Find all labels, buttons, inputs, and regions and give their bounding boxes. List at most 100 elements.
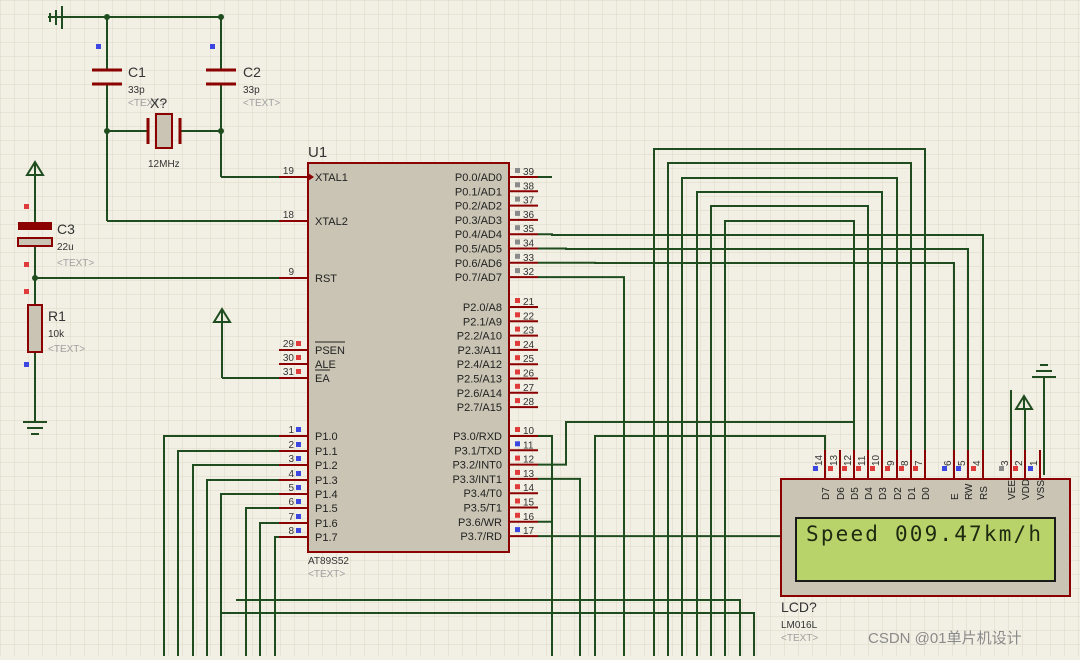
microcontroller-u1[interactable]: U1 AT89S52 <TEXT> 19XTAL118XTAL29RST29PS… bbox=[279, 144, 538, 580]
u1-pin-name: P0.0/AD0 bbox=[455, 172, 502, 184]
u1-pin-name: P3.6/WR bbox=[458, 517, 502, 529]
u1-pin-num: 15 bbox=[523, 498, 535, 509]
u1-pin-name: P0.7/AD7 bbox=[455, 272, 502, 284]
u1-pin-name: P3.7/RD bbox=[460, 531, 502, 543]
lcd-text: <TEXT> bbox=[781, 633, 818, 644]
lcd-pin-name: D4 bbox=[864, 487, 875, 500]
lcd-pin-num: 6 bbox=[943, 460, 954, 466]
u1-pin-name: PSEN bbox=[315, 345, 345, 357]
u1-pin-num: 31 bbox=[283, 367, 295, 378]
u1-pin-name: P3.2/INT0 bbox=[452, 460, 502, 472]
lcd-pin-num: 10 bbox=[871, 454, 882, 466]
u1-pin-num: 26 bbox=[523, 369, 535, 380]
lcd-pin-num: 1 bbox=[1029, 460, 1040, 466]
u1-pin-num: 10 bbox=[523, 426, 535, 437]
schematic-canvas[interactable]: C1 33p <TEXT> C2 33p <TEXT> X? 12MHz C3 … bbox=[0, 0, 1080, 656]
u1-text: <TEXT> bbox=[308, 569, 345, 580]
u1-pin-name: RST bbox=[315, 273, 337, 285]
u1-pin-num: 11 bbox=[523, 440, 534, 451]
u1-pin-name: P0.5/AD5 bbox=[455, 244, 502, 256]
c2-text: <TEXT> bbox=[243, 98, 280, 109]
u1-pin-name: P1.2 bbox=[315, 460, 338, 472]
u1-pin-name: P1.1 bbox=[315, 446, 338, 458]
u1-pin-name: P0.6/AD6 bbox=[455, 258, 502, 270]
c1-ref: C1 bbox=[128, 64, 146, 80]
lcd-pin-name: VSS bbox=[1036, 480, 1047, 500]
u1-pin-name: P2.1/A9 bbox=[463, 316, 502, 328]
u1-pin-name: P0.2/AD2 bbox=[455, 201, 502, 213]
u1-pin-num: 19 bbox=[283, 166, 295, 177]
c3-text: <TEXT> bbox=[57, 258, 94, 269]
u1-pin-num: 4 bbox=[288, 469, 294, 480]
u1-pin-num: 13 bbox=[523, 469, 535, 480]
lcd-pin-name: RS bbox=[979, 486, 990, 500]
lcd-pin-name: D1 bbox=[907, 487, 918, 500]
u1-pin-name: XTAL2 bbox=[315, 216, 348, 228]
lcd-pin-name: VEE bbox=[1007, 480, 1018, 500]
u1-pin-num: 6 bbox=[288, 497, 294, 508]
crystal-ref: X? bbox=[150, 95, 167, 111]
u1-pin-num: 25 bbox=[523, 354, 535, 365]
u1-pin-name: P1.7 bbox=[315, 532, 338, 544]
u1-pin-name: P1.6 bbox=[315, 518, 338, 530]
r1-text: <TEXT> bbox=[48, 344, 85, 355]
lcd-pin-name: D6 bbox=[836, 487, 847, 500]
u1-pin-num: 28 bbox=[523, 397, 535, 408]
lcd-pin-name: D5 bbox=[850, 487, 861, 500]
u1-pin-num: 29 bbox=[283, 339, 295, 350]
u1-pin-num: 21 bbox=[523, 297, 535, 308]
u1-pin-num: 38 bbox=[523, 181, 535, 192]
schematic-svg[interactable]: C1 33p <TEXT> C2 33p <TEXT> X? 12MHz C3 … bbox=[0, 0, 1080, 656]
u1-pin-num: 18 bbox=[283, 210, 295, 221]
lcd-pin-num: 3 bbox=[1000, 460, 1011, 466]
crystal-value: 12MHz bbox=[148, 159, 180, 170]
lcd-pin-num: 7 bbox=[914, 460, 925, 466]
u1-pin-name: P1.5 bbox=[315, 503, 338, 515]
lcd-pin-name: E bbox=[950, 493, 961, 500]
u1-pin-num: 34 bbox=[523, 239, 535, 250]
lcd-pin-num: 12 bbox=[843, 454, 854, 466]
u1-pin-name: P2.4/A12 bbox=[457, 359, 502, 371]
u1-pin-num: 8 bbox=[288, 526, 294, 537]
u1-pin-num: 24 bbox=[523, 340, 535, 351]
u1-pin-name: P2.7/A15 bbox=[457, 402, 502, 414]
u1-pin-name: P3.3/INT1 bbox=[452, 474, 502, 486]
u1-pin-name: P2.3/A11 bbox=[458, 345, 502, 357]
c3-ref: C3 bbox=[57, 221, 75, 237]
u1-pin-name: P0.3/AD3 bbox=[455, 215, 502, 227]
lcd-pin-num: 13 bbox=[829, 454, 840, 466]
u1-pin-name: P3.1/TXD bbox=[454, 445, 502, 457]
u1-pin-num: 9 bbox=[288, 267, 294, 278]
u1-pin-name: P2.6/A14 bbox=[457, 388, 502, 400]
u1-pin-name: P1.4 bbox=[315, 489, 338, 501]
u1-pin-name: P2.5/A13 bbox=[457, 374, 502, 386]
u1-pin-name: P1.3 bbox=[315, 475, 338, 487]
u1-part: AT89S52 bbox=[308, 556, 349, 567]
u1-pin-num: 33 bbox=[523, 253, 535, 264]
u1-pin-num: 5 bbox=[288, 483, 294, 494]
u1-pin-num: 30 bbox=[283, 353, 295, 364]
u1-pin-name: P3.4/T0 bbox=[463, 488, 502, 500]
lcd-pin-num: 14 bbox=[814, 454, 825, 466]
c1-value: 33p bbox=[128, 85, 145, 96]
u1-pin-num: 12 bbox=[523, 455, 535, 466]
lcd-pin-num: 2 bbox=[1014, 460, 1025, 466]
c3-value: 22u bbox=[57, 242, 74, 253]
u1-pin-num: 17 bbox=[523, 526, 535, 537]
lcd-pin-num: 4 bbox=[972, 460, 983, 466]
lcd-part: LM016L bbox=[781, 620, 818, 631]
r1-value: 10k bbox=[48, 329, 65, 340]
lcd-pin-num: 5 bbox=[957, 460, 968, 466]
watermark: CSDN @01单片机设计 bbox=[868, 630, 1022, 647]
lcd-pin-name: D2 bbox=[893, 487, 904, 500]
u1-pin-num: 16 bbox=[523, 512, 535, 523]
u1-pin-name: P0.4/AD4 bbox=[455, 229, 502, 241]
lcd-pin-name: D0 bbox=[921, 487, 932, 500]
u1-pin-num: 37 bbox=[523, 196, 535, 207]
u1-pin-name: XTAL1 bbox=[315, 172, 348, 184]
u1-pin-name: P0.1/AD1 bbox=[455, 186, 502, 198]
lcd-pin-num: 11 bbox=[857, 455, 868, 466]
u1-pin-num: 35 bbox=[523, 224, 535, 235]
lcd-pin-name: VDD bbox=[1021, 479, 1032, 500]
u1-pin-num: 39 bbox=[523, 167, 535, 178]
